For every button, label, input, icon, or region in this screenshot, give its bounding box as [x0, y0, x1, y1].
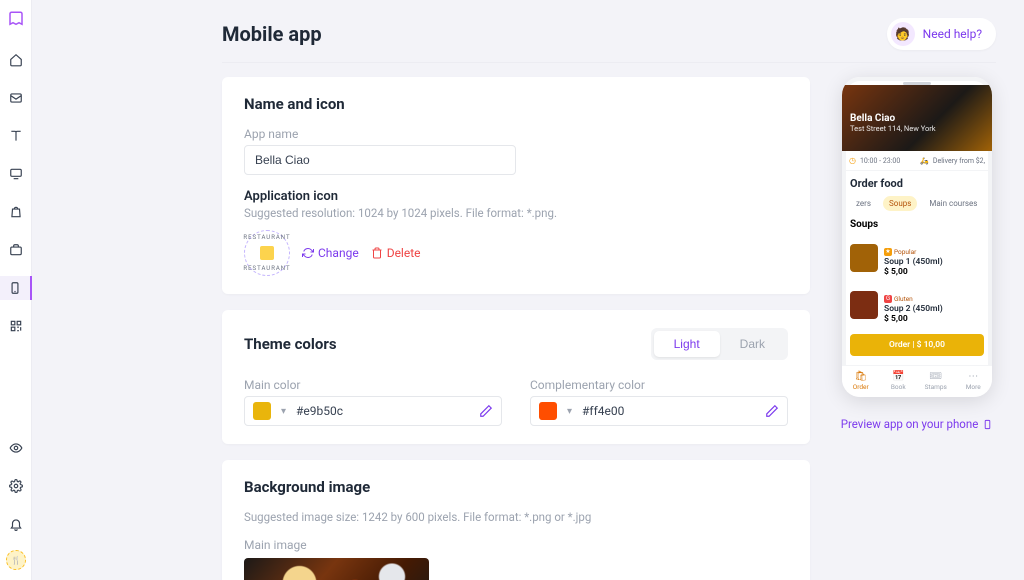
comp-color-input[interactable]: ▾ #ff4e00: [530, 396, 788, 426]
clock-icon: ◷: [849, 156, 856, 165]
sidebar-settings-icon[interactable]: [0, 474, 32, 498]
name-icon-card: Name and icon App name Application icon …: [222, 77, 810, 294]
order-food-title: Order food: [850, 177, 984, 190]
phone-menu-item: ★Popular Soup 1 (450ml) $ 5,00: [850, 234, 984, 281]
sidebar-preview-icon[interactable]: [0, 436, 32, 460]
more-icon: ⋯: [955, 371, 993, 382]
phone-hero: Bella Ciao Test Street 114, New York: [842, 85, 992, 151]
page-title: Mobile app: [222, 22, 322, 46]
app-icon-hint: Suggested resolution: 1024 by 1024 pixel…: [244, 206, 788, 220]
edit-icon[interactable]: [765, 404, 779, 418]
preview-on-phone-link[interactable]: Preview app on your phone: [841, 417, 994, 431]
phone-menu-item: GGluten Soup 2 (450ml) $ 5,00: [850, 281, 984, 328]
sidebar-inbox[interactable]: [0, 86, 32, 110]
main-image-preview[interactable]: [244, 558, 429, 580]
phone-tab: zers: [850, 196, 877, 211]
main-image-label: Main image: [244, 538, 788, 552]
card-title: Background image: [244, 478, 788, 496]
sidebar-briefcase[interactable]: [0, 238, 32, 262]
phone-bottom-nav: 🛍Order 📅Book 🎟Stamps ⋯More: [842, 365, 992, 397]
theme-colors-card: Theme colors Light Dark Main color ▾: [222, 310, 810, 444]
refresh-icon: [302, 247, 314, 259]
chevron-down-icon: ▾: [281, 406, 286, 417]
sidebar-book[interactable]: [0, 124, 32, 148]
delete-icon-button[interactable]: Delete: [371, 246, 421, 260]
ticket-icon: 🎟: [917, 371, 955, 382]
app-icon-title: Application icon: [244, 189, 788, 204]
sidebar-home[interactable]: [0, 48, 32, 72]
phone-tab: Main courses: [923, 196, 983, 211]
phone-notch: [903, 82, 931, 85]
edit-icon[interactable]: [479, 404, 493, 418]
need-help-button[interactable]: 🧑 Need help?: [887, 18, 996, 50]
comp-color-label: Complementary color: [530, 378, 788, 392]
phone-icon: [982, 419, 993, 430]
menu-item-image: [850, 291, 878, 319]
sidebar-monitor[interactable]: [0, 162, 32, 186]
phone-preview-column: Bella Ciao Test Street 114, New York ◷ 1…: [838, 77, 996, 431]
sidebar-bag[interactable]: [0, 200, 32, 224]
help-avatar-icon: 🧑: [891, 22, 915, 46]
sidebar-restaurant-avatar[interactable]: 🍴: [6, 550, 26, 570]
bg-hint: Suggested image size: 1242 by 600 pixels…: [244, 510, 788, 524]
phone-preview: Bella Ciao Test Street 114, New York ◷ 1…: [842, 77, 992, 397]
sidebar-qr[interactable]: [0, 314, 32, 338]
sidebar-mobile[interactable]: [0, 276, 32, 300]
app-name-input[interactable]: [244, 145, 516, 175]
sidebar-bell-icon[interactable]: [0, 512, 32, 536]
background-image-card: Background image Suggested image size: 1…: [222, 460, 810, 580]
phone-tab: Soups: [883, 196, 917, 211]
card-title: Name and icon: [244, 95, 788, 113]
card-title: Theme colors: [244, 335, 337, 353]
bag-icon: 🛍: [842, 371, 880, 382]
calendar-icon: 📅: [880, 371, 918, 382]
app-icon-preview: RESTAURANT RESTAURANT: [244, 230, 290, 276]
phone-info-bar: ◷ 10:00 - 23:00 🛵 Delivery from $2,: [842, 151, 992, 171]
sidebar: 🍴: [0, 0, 32, 580]
main-color-input[interactable]: ▾ #e9b50c: [244, 396, 502, 426]
menu-item-image: [850, 244, 878, 272]
app-name-label: App name: [244, 127, 788, 141]
phone-order-bar: Order | $ 10,00: [850, 334, 984, 356]
chevron-down-icon: ▾: [567, 406, 572, 417]
main-color-label: Main color: [244, 378, 502, 392]
main-color-swatch: [253, 402, 271, 420]
change-icon-button[interactable]: Change: [302, 246, 359, 260]
light-toggle[interactable]: Light: [654, 331, 720, 357]
comp-color-swatch: [539, 402, 557, 420]
dark-toggle[interactable]: Dark: [720, 331, 785, 357]
trash-icon: [371, 247, 383, 259]
theme-toggle: Light Dark: [651, 328, 788, 360]
app-logo-icon: [7, 10, 25, 28]
